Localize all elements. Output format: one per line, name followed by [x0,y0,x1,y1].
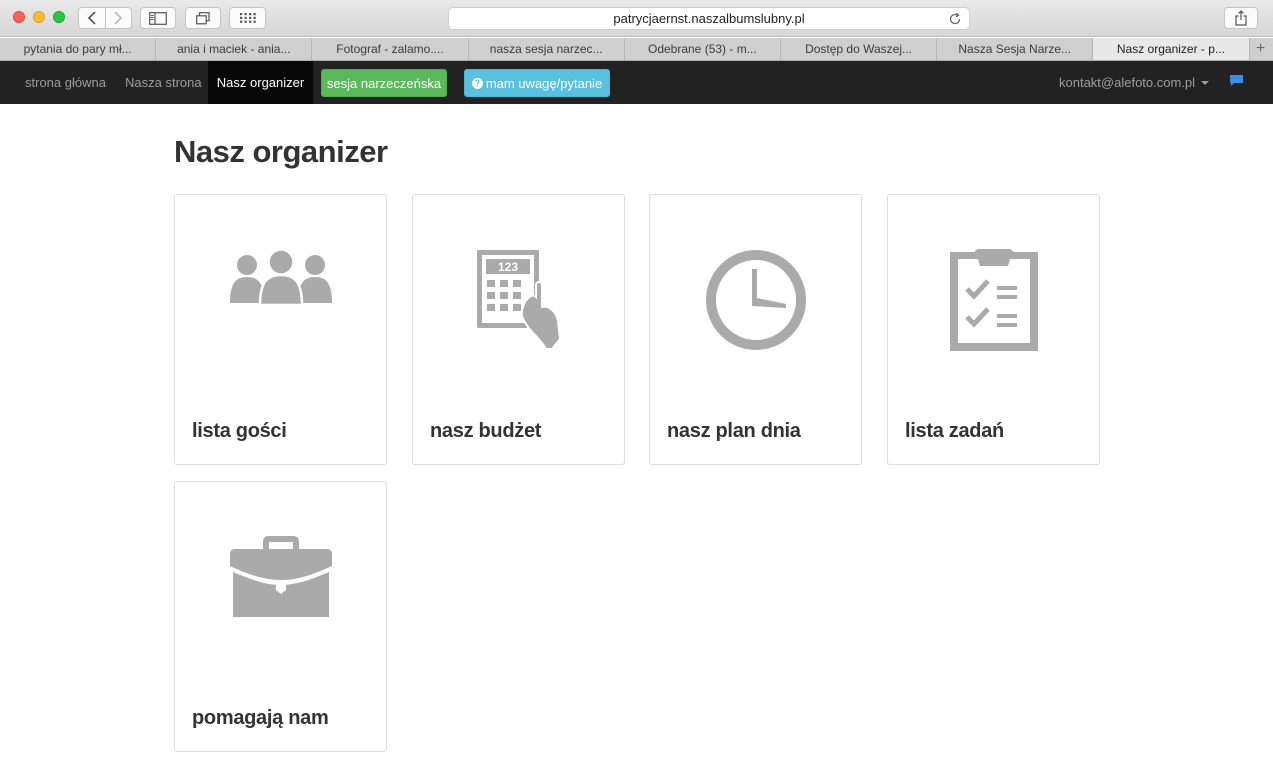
address-bar[interactable]: patrycjaernst.naszalbumslubny.pl [448,7,970,30]
card-helpers[interactable]: pomagają nam [174,481,387,752]
card-task-list[interactable]: lista zadań [887,194,1100,465]
browser-tab[interactable]: nasza sesja narzec... [469,38,625,60]
account-dropdown[interactable]: kontakt@alefoto.com.pl [1059,61,1210,104]
window-close-button[interactable] [13,11,25,23]
feedback-label: mam uwagę/pytanie [485,75,603,91]
window-minimize-button[interactable] [33,11,45,23]
browser-tab-active[interactable]: Nasz organizer - p... [1093,38,1250,60]
calculator-icon: 123 [476,250,561,350]
share-icon [1235,10,1247,26]
history-nav-group [78,7,132,29]
chevron-left-icon [87,11,96,25]
sidebar-toggle-button[interactable] [140,7,176,29]
reload-icon[interactable] [948,12,962,26]
tabs-overview-icon [196,11,210,24]
briefcase-icon [229,536,332,617]
calculator-display: 123 [497,260,517,274]
question-icon: ? [471,77,483,89]
nav-our-page-link[interactable]: Nasza strona [125,61,202,104]
chat-bubble-icon[interactable] [1230,75,1243,87]
feedback-button[interactable]: ? mam uwagę/pytanie [464,69,610,97]
card-day-plan[interactable]: nasz plan dnia [649,194,862,465]
forward-button[interactable] [104,8,132,28]
show-all-tabs-button[interactable] [185,7,221,29]
chevron-right-icon [114,11,123,25]
browser-toolbar: patrycjaernst.naszalbumslubny.pl [0,0,1273,37]
card-label: lista gości [192,420,287,442]
clock-icon [705,250,806,350]
sidebar-icon [149,11,167,25]
card-label: nasz budżet [430,420,542,442]
card-label: pomagają nam [192,707,329,729]
caret-down-icon [1201,80,1210,85]
browser-tab[interactable]: pytania do pary mł... [0,38,157,60]
grid-icon [239,13,256,23]
top-sites-button[interactable] [229,7,266,29]
address-url: patrycjaernst.naszalbumslubny.pl [613,11,805,26]
card-guest-list[interactable]: lista gości [174,194,387,465]
browser-tab[interactable]: ania i maciek - ania... [156,38,313,60]
browser-tab[interactable]: Fotograf - zalamo.... [312,38,469,60]
share-button[interactable] [1224,7,1258,29]
clipboard-checklist-icon [949,249,1038,351]
browser-tab[interactable]: Dostęp do Waszej... [781,38,938,60]
new-tab-button[interactable]: + [1250,38,1272,60]
browser-tab[interactable]: Odebrane (53) - m... [625,38,781,60]
account-email: kontakt@alefoto.com.pl [1059,75,1196,90]
guests-icon [229,249,332,305]
window-maximize-button[interactable] [53,11,65,23]
nav-organizer-link[interactable]: Nasz organizer [208,61,313,104]
card-budget[interactable]: 123 nasz budżet [412,194,625,465]
card-label: nasz plan dnia [667,420,801,442]
engagement-session-button[interactable]: sesja narzeczeńska [321,69,447,97]
browser-tab-bar: pytania do pary mł... ania i maciek - an… [0,38,1273,61]
back-button[interactable] [79,8,105,28]
page-title: Nasz organizer [174,134,388,169]
card-label: lista zadań [905,420,1004,442]
nav-home-link[interactable]: strona główna [25,61,106,104]
browser-tab[interactable]: Nasza Sesja Narze... [937,38,1094,60]
site-navbar: strona główna Nasza strona Nasz organize… [0,61,1273,104]
